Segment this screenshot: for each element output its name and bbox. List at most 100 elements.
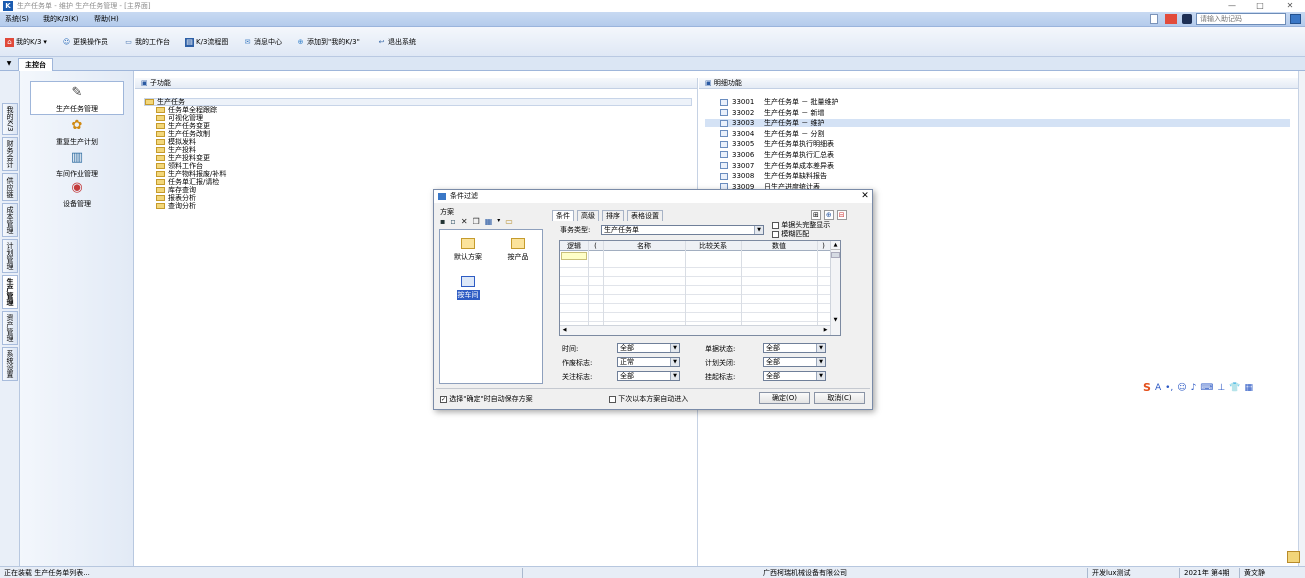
chevron-down-icon[interactable]: ▾ — [497, 217, 500, 226]
rail-tab-planning[interactable]: 计划管理 — [2, 239, 18, 273]
save-icon[interactable]: ▪ — [440, 217, 445, 226]
list-item[interactable]: 33001 生产任务单 － 批量维护 — [705, 98, 1290, 106]
rail-tab-my-k3[interactable]: 我的K/3 — [2, 103, 18, 135]
chevron-down-icon[interactable]: ▾ — [43, 36, 47, 48]
insert-row-icon[interactable]: ⊞ — [811, 210, 821, 220]
ime-menu-icon[interactable]: ▦ — [1244, 383, 1253, 393]
void-flag-select[interactable]: 正常 ▼ — [617, 357, 680, 367]
module-repeat-plan[interactable]: ✿ 重复生产计划 — [30, 117, 124, 147]
follow-flag-select[interactable]: 全部 ▼ — [617, 371, 680, 381]
tree-node-root[interactable]: 生产任务 — [144, 98, 692, 106]
toolbar-my-workbench[interactable]: ▭ 我的工作台 — [124, 36, 170, 48]
list-item[interactable]: 33005 生产任务单执行明细表 — [705, 140, 1290, 148]
panel-toggle-icon[interactable]: ▣ — [705, 79, 712, 87]
delete-icon[interactable]: ✕ — [461, 217, 468, 226]
dialog-close-button[interactable]: ✕ — [858, 190, 872, 203]
scheme-by-workshop[interactable]: 按车间 — [446, 276, 490, 300]
copy-icon[interactable]: ❐ — [473, 217, 480, 226]
list-item[interactable]: 33008 生产任务单缺料报告 — [705, 172, 1290, 180]
toolbar-message-center[interactable]: ✉ 消息中心 — [243, 36, 282, 48]
tree-node[interactable]: 任务单全程跟踪 — [156, 106, 692, 114]
mnemonic-search-input[interactable] — [1196, 13, 1286, 25]
folder-icon[interactable]: ▭ — [505, 217, 513, 226]
menu-my-k3[interactable]: 我的K/3(K) — [43, 14, 78, 25]
ok-button[interactable]: 确定(O) — [759, 392, 810, 404]
plan-close-select[interactable]: 全部 ▼ — [763, 357, 826, 367]
user-avatar-icon[interactable] — [1182, 14, 1192, 24]
table-row[interactable] — [560, 305, 830, 313]
grid-vertical-scrollbar[interactable]: ▲ ▼ — [830, 241, 840, 335]
module-equipment[interactable]: ◉ 设备管理 — [30, 179, 124, 209]
tree-node[interactable]: 生产物料报废/补料 — [156, 170, 692, 178]
notification-tray-icon[interactable] — [1287, 551, 1300, 563]
ime-keyboard-icon[interactable]: ⌨ — [1200, 383, 1213, 393]
main-vertical-scrollbar[interactable] — [1298, 71, 1305, 566]
list-item[interactable]: 33007 生产任务单成本差异表 — [705, 162, 1290, 170]
table-row[interactable] — [560, 269, 830, 277]
list-item[interactable]: 33004 生产任务单 － 分割 — [705, 130, 1290, 138]
cancel-button[interactable]: 取消(C) — [814, 392, 865, 404]
scroll-up-icon[interactable]: ▲ — [831, 241, 840, 250]
auto-enter-checkbox[interactable]: 下次以本方案自动进入 — [609, 394, 688, 404]
tree-node[interactable]: 可视化管理 — [156, 114, 692, 122]
doc-status-select[interactable]: 全部 ▼ — [763, 343, 826, 353]
module-workshop[interactable]: ▥ 车间作业管理 — [30, 149, 124, 179]
view-icon[interactable]: ▦ — [485, 217, 493, 226]
toolbar-exit[interactable]: ↩ 退出系统 — [377, 36, 416, 48]
add-row-icon[interactable]: ⊕ — [823, 210, 834, 220]
menu-help[interactable]: 帮助(H) — [94, 14, 119, 25]
rail-tab-production[interactable]: 生产管理 — [2, 275, 18, 309]
note-icon[interactable] — [1150, 14, 1158, 24]
scroll-thumb[interactable] — [831, 252, 840, 258]
table-row[interactable] — [560, 296, 830, 304]
mail-icon[interactable] — [1165, 14, 1177, 24]
rail-tab-finance[interactable]: 财务会计 — [2, 137, 18, 171]
ime-tool-icon[interactable]: ⊥ — [1217, 383, 1225, 393]
suspend-flag-select[interactable]: 全部 ▼ — [763, 371, 826, 381]
table-row[interactable] — [560, 260, 830, 268]
close-button[interactable]: ✕ — [1280, 0, 1300, 12]
ime-lang-icon[interactable]: A — [1155, 383, 1161, 393]
save-as-icon[interactable]: ▫ — [450, 217, 455, 226]
tab-main-console[interactable]: 主控台 — [18, 58, 53, 71]
tree-node[interactable]: 生产任务变更 — [156, 122, 692, 130]
biz-type-select[interactable]: 生产任务单 ▼ — [601, 225, 764, 235]
tree-node[interactable]: 生产任务改制 — [156, 130, 692, 138]
tree-node[interactable]: 生产投料变更 — [156, 154, 692, 162]
tree-node[interactable]: 模拟发料 — [156, 138, 692, 146]
module-task-management[interactable]: ✎ 生产任务管理 — [30, 81, 124, 115]
search-go-icon[interactable] — [1290, 14, 1301, 24]
scroll-right-icon[interactable]: ▶ — [821, 326, 830, 335]
list-item-selected[interactable]: 33003 生产任务单 － 维护 — [705, 119, 1290, 128]
tab-dropdown-icon[interactable]: ▼ — [5, 60, 13, 68]
grid-active-cell[interactable] — [561, 252, 587, 260]
time-select[interactable]: 全部 ▼ — [617, 343, 680, 353]
ime-emoji-icon[interactable]: ☺ — [1177, 383, 1186, 393]
tab-table-settings[interactable]: 表格设置 — [627, 210, 663, 221]
scroll-left-icon[interactable]: ◀ — [560, 326, 569, 335]
rail-tab-supply-chain[interactable]: 供应链 — [2, 173, 18, 201]
table-row[interactable] — [560, 287, 830, 295]
list-item[interactable]: 33002 生产任务单 － 新增 — [705, 109, 1290, 117]
table-row[interactable] — [560, 314, 830, 322]
ime-punct-icon[interactable]: •, — [1165, 383, 1173, 393]
ime-skin-icon[interactable]: 👕 — [1229, 383, 1240, 393]
toolbar-k3-flowchart[interactable]: ▤ K/3流程图 — [185, 36, 228, 48]
scheme-default[interactable]: 默认方案 — [446, 238, 490, 262]
maximize-button[interactable]: □ — [1250, 0, 1270, 12]
condition-grid[interactable]: 逻辑 ( 名称 比较关系 数值 ) ▲ ▼ ◀ ▶ — [559, 240, 841, 336]
toolbar-change-operator[interactable]: ☺ 更换操作员 — [62, 36, 108, 48]
tree-node[interactable]: 领料工作台 — [156, 162, 692, 170]
tree-node[interactable]: 生产投料 — [156, 146, 692, 154]
grid-horizontal-scrollbar[interactable]: ◀ ▶ — [560, 325, 830, 335]
toolbar-my-k3[interactable]: ⌂ 我的K/3 ▾ — [5, 36, 47, 48]
tree-node[interactable]: 任务单汇报/请检 — [156, 178, 692, 186]
tab-conditions[interactable]: 条件 — [552, 210, 574, 221]
list-item[interactable]: 33006 生产任务单执行汇总表 — [705, 151, 1290, 159]
toolbar-add-to-my-k3[interactable]: ⊕ 添加到"我的K/3" — [296, 36, 360, 48]
fuzzy-match-checkbox[interactable]: 模糊匹配 — [772, 229, 809, 239]
delete-row-icon[interactable]: ⊟ — [836, 210, 847, 220]
rail-tab-assets[interactable]: 资产管理 — [2, 311, 18, 345]
rail-tab-cost[interactable]: 成本管理 — [2, 203, 18, 237]
scroll-down-icon[interactable]: ▼ — [831, 316, 840, 325]
